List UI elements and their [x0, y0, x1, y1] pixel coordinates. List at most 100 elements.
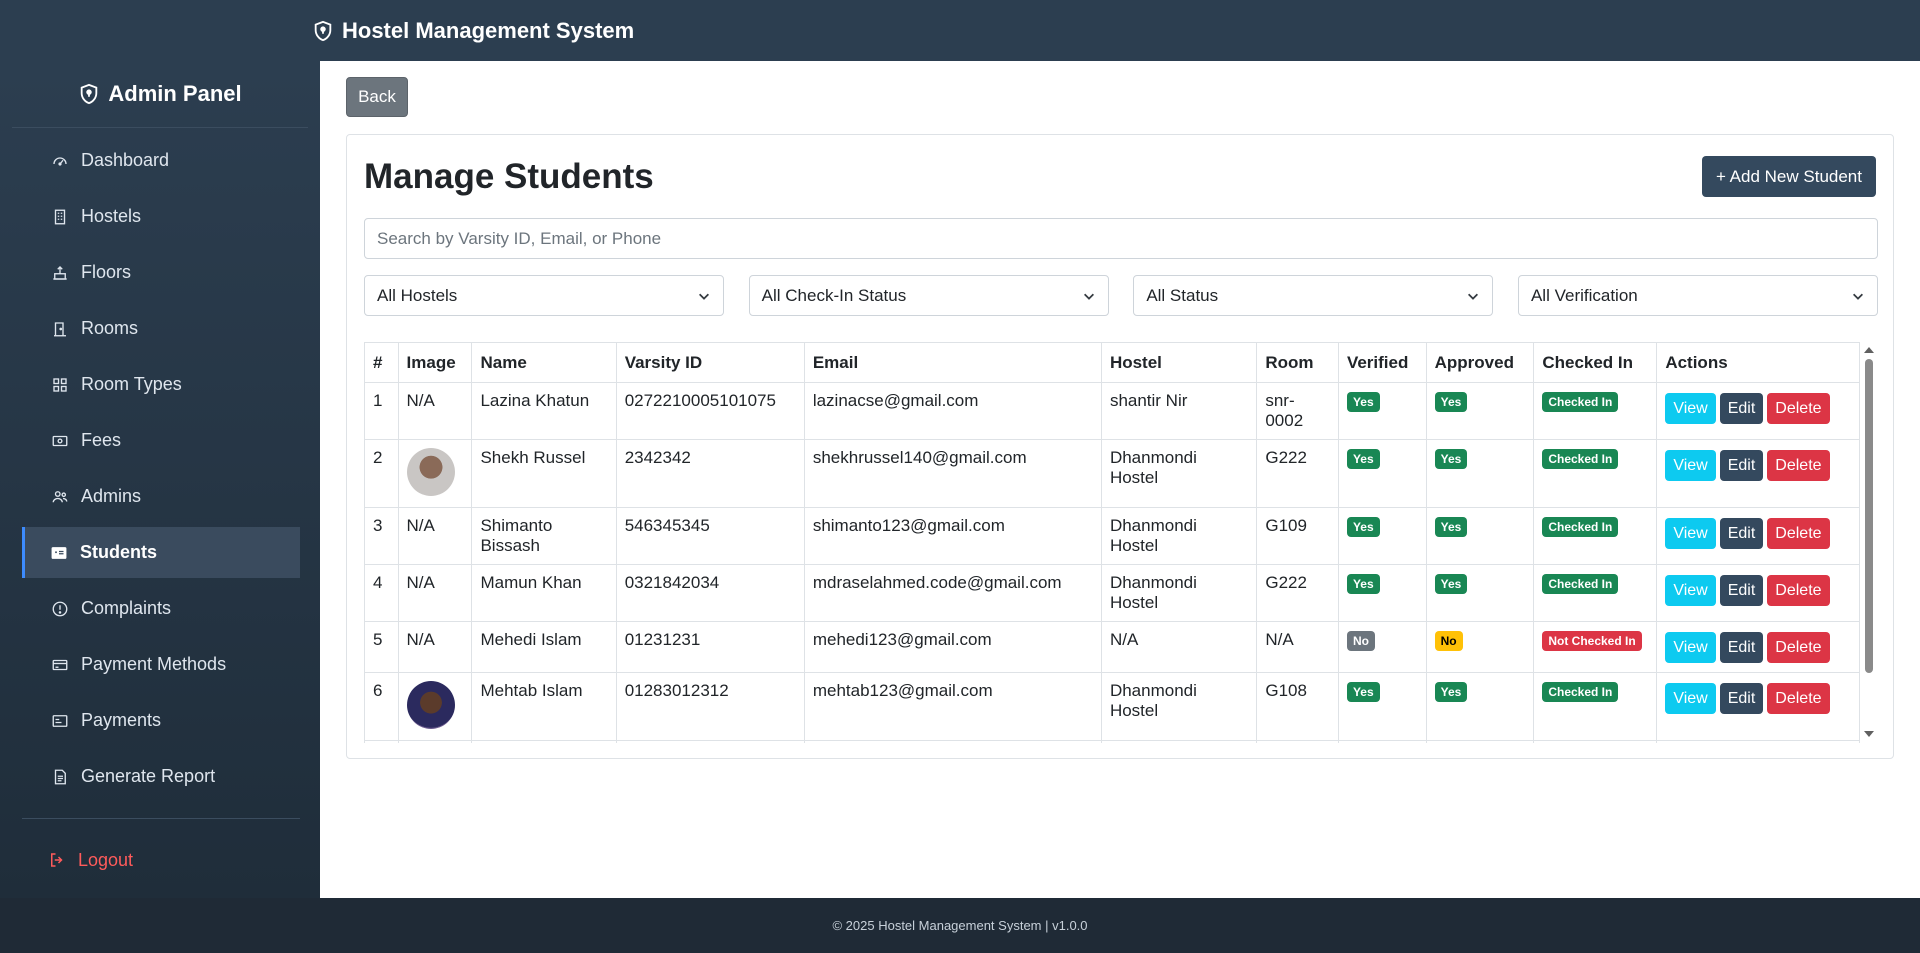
cell-actions: ViewEditDelete	[1656, 564, 1860, 622]
view-button[interactable]: View	[1665, 393, 1716, 424]
delete-button[interactable]: Delete	[1767, 518, 1830, 549]
cell-checked-in: Checked In	[1533, 672, 1658, 741]
delete-button[interactable]: Delete	[1767, 683, 1830, 714]
cell-image: N/A	[397, 382, 473, 440]
cell-image: N/A	[397, 564, 473, 622]
delete-button[interactable]: Delete	[1767, 393, 1830, 424]
sidebar-item-label: Room Types	[81, 374, 182, 394]
scrollbar-thumb[interactable]	[1865, 359, 1873, 673]
view-button[interactable]: View	[1665, 450, 1716, 481]
cell-email: mehedi123@gmail.com	[803, 621, 1102, 673]
status-filter-select[interactable]: All Status	[1133, 275, 1494, 316]
sidebar-title: Admin Panel	[12, 61, 308, 128]
cell-hostel: Dhanmondi Hostel	[1100, 672, 1258, 741]
hostel-filter-value: All Hostels	[377, 285, 458, 305]
edit-button[interactable]: Edit	[1719, 393, 1764, 424]
column-header-number: #	[364, 342, 399, 383]
cell-verified: Yes	[1337, 382, 1427, 440]
cell-room: snr-0002	[1256, 382, 1339, 440]
table-row: 1 N/A Lazina Khatun 0272210005101075 lazinac…	[364, 382, 1860, 440]
view-button[interactable]: View	[1665, 575, 1716, 606]
table-scrollbar[interactable]	[1860, 342, 1878, 743]
footer-text: © 2025 Hostel Management System | v1.0.0	[832, 918, 1088, 933]
edit-button[interactable]: Edit	[1719, 518, 1764, 549]
sidebar-item-payments[interactable]: Payments	[22, 695, 300, 746]
cell-hostel: Dhanmondi Hostel	[1100, 740, 1258, 743]
edit-button[interactable]: Edit	[1719, 683, 1764, 714]
cell-name: Mamun Khan	[471, 564, 617, 622]
logout-link[interactable]: Logout	[22, 840, 133, 880]
column-header-verified: Verified	[1337, 342, 1427, 383]
logout-label: Logout	[78, 849, 134, 870]
chevron-down-icon	[1083, 293, 1094, 300]
sidebar-item-label: Complaints	[81, 598, 172, 618]
scroll-up-icon[interactable]	[1864, 347, 1874, 353]
sidebar-item-payment-methods[interactable]: Payment Methods	[22, 639, 300, 690]
cell-hostel: N/A	[1100, 621, 1258, 673]
sidebar-item-dashboard[interactable]: Dashboard	[22, 135, 300, 186]
cell-checked-in: Checked In	[1533, 439, 1658, 508]
delete-button[interactable]: Delete	[1767, 575, 1830, 606]
sidebar-item-fees[interactable]: Fees	[22, 415, 300, 466]
sidebar-item-label: Hostels	[81, 206, 142, 226]
table-body: 1 N/A Lazina Khatun 0272210005101075 lazinac…	[364, 382, 1860, 743]
cell-email: mehtab123@gmail.com	[803, 672, 1102, 741]
delete-button[interactable]: Delete	[1767, 450, 1830, 481]
add-student-button[interactable]: + Add New Student	[1701, 156, 1876, 197]
students-table-container: # Image Name Varsity ID Email Hostel Room Verif…	[364, 342, 1878, 743]
cell-email: billy123@gmail.com	[803, 740, 1102, 743]
row-actions: View Edit Delete	[1665, 450, 1851, 481]
app-title: Hostel Management System	[342, 17, 635, 43]
sidebar-item-floors[interactable]: Floors	[22, 247, 300, 298]
cell-name: Mehedi Islam	[471, 621, 617, 673]
cell-number: 1	[364, 382, 399, 440]
view-button[interactable]: View	[1665, 632, 1716, 663]
delete-button[interactable]: Delete	[1767, 632, 1830, 663]
cell-number: 5	[364, 621, 399, 673]
cell-image	[397, 672, 473, 741]
table-row: 5 N/A Mehedi Islam 01231231 mehedi123@gmail.…	[364, 621, 1860, 673]
credit-card-icon	[52, 659, 68, 670]
edit-button[interactable]: Edit	[1719, 450, 1764, 481]
edit-button[interactable]: Edit	[1719, 575, 1764, 606]
sidebar-item-label: Dashboard	[81, 150, 170, 170]
cell-room: G109	[1256, 507, 1339, 565]
avatar	[406, 681, 455, 729]
view-button[interactable]: View	[1665, 683, 1716, 714]
approved-badge: Yes	[1434, 449, 1468, 469]
sidebar-item-generate-report[interactable]: Generate Report	[22, 751, 300, 802]
checked-in-badge: Checked In	[1542, 392, 1619, 412]
cell-verified: Yes	[1337, 740, 1427, 743]
sidebar-item-complaints[interactable]: Complaints	[22, 583, 300, 634]
cell-verified: Yes	[1337, 507, 1427, 565]
cell-approved: Yes	[1425, 672, 1535, 741]
cell-room: G108	[1256, 672, 1339, 741]
search-input[interactable]	[364, 218, 1878, 259]
sidebar-item-hostels[interactable]: Hostels	[22, 191, 300, 242]
checkin-filter-value: All Check-In Status	[761, 285, 907, 305]
chevron-down-icon	[1852, 293, 1863, 300]
hostel-filter-select[interactable]: All Hostels	[364, 275, 724, 316]
row-actions: View Edit Delete	[1665, 632, 1851, 663]
chevron-down-icon	[1468, 293, 1479, 300]
sidebar-divider	[22, 818, 300, 819]
sidebar-item-students[interactable]: Students	[22, 527, 300, 578]
sidebar-item-rooms[interactable]: Rooms	[22, 303, 300, 354]
status-filter-value: All Status	[1146, 285, 1219, 305]
top-bar: Hostel Management System	[0, 0, 1920, 61]
sidebar-item-label: Fees	[81, 430, 122, 450]
cell-number: 7	[364, 740, 399, 743]
back-button[interactable]: Back	[346, 77, 408, 117]
cell-approved: No	[1425, 621, 1535, 673]
id-card-icon	[51, 546, 67, 559]
scroll-down-icon[interactable]	[1864, 731, 1874, 737]
checkin-filter-select[interactable]: All Check-In Status	[748, 275, 1109, 316]
cell-actions: ViewEditDelete	[1656, 740, 1860, 743]
edit-button[interactable]: Edit	[1719, 632, 1764, 663]
sidebar-item-admins[interactable]: Admins	[22, 471, 300, 522]
dashboard-icon	[53, 156, 67, 166]
view-button[interactable]: View	[1665, 518, 1716, 549]
sidebar-item-room-types[interactable]: Room Types	[22, 359, 300, 410]
cell-name: Mehtab Islam	[471, 672, 617, 741]
verification-filter-select[interactable]: All Verification	[1517, 275, 1878, 316]
